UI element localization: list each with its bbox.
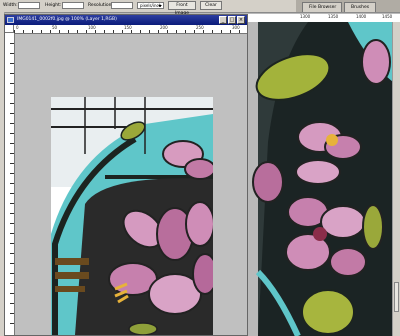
height-label: Height: bbox=[45, 3, 62, 8]
height-field[interactable] bbox=[62, 2, 84, 9]
width-label: Width: bbox=[3, 3, 18, 8]
source-image-window[interactable]: 1300 1350 1400 1450 bbox=[248, 14, 400, 336]
resolution-label: Resolution: bbox=[88, 3, 114, 8]
ruler-label: 1300 bbox=[300, 14, 311, 19]
document-title: IMG0141_0002f0.jpg @ 100% (Layer 1,RGB) bbox=[17, 17, 117, 22]
units-select[interactable]: pixels/inch bbox=[137, 2, 164, 9]
width-field[interactable] bbox=[18, 2, 40, 9]
front-image-button[interactable]: Front Image bbox=[168, 1, 196, 16]
source-image bbox=[248, 22, 393, 336]
minimize-icon[interactable]: _ bbox=[219, 16, 227, 24]
vertical-scrollbar[interactable] bbox=[392, 22, 400, 336]
resolution-field[interactable] bbox=[111, 2, 133, 9]
stained-glass-crop bbox=[51, 97, 213, 335]
scrollbar-thumb[interactable] bbox=[394, 282, 399, 312]
horizontal-ruler[interactable]: 0 50 100 150 200 250 300 bbox=[14, 25, 247, 34]
vertical-ruler[interactable] bbox=[5, 33, 15, 335]
canvas-area[interactable] bbox=[15, 34, 247, 335]
ruler-label: 0 bbox=[16, 25, 19, 30]
ruler-label: 1400 bbox=[356, 14, 367, 19]
clear-button[interactable]: Clear bbox=[200, 1, 222, 10]
palette-well: File Browser Brushes bbox=[296, 0, 400, 12]
tab-file-browser[interactable]: File Browser bbox=[302, 2, 342, 12]
tab-brushes[interactable]: Brushes bbox=[344, 2, 376, 12]
document-icon bbox=[7, 17, 14, 23]
document-window: IMG0141_0002f0.jpg @ 100% (Layer 1,RGB) … bbox=[4, 14, 248, 336]
ruler-label: 50 bbox=[52, 25, 58, 30]
ruler-origin[interactable] bbox=[5, 25, 14, 33]
document-title-bar[interactable]: IMG0141_0002f0.jpg @ 100% (Layer 1,RGB) … bbox=[5, 15, 247, 25]
maximize-icon[interactable]: □ bbox=[228, 16, 236, 24]
canvas-document[interactable] bbox=[15, 34, 247, 335]
ruler-label: 1450 bbox=[382, 14, 393, 19]
ruler-label: 1350 bbox=[328, 14, 339, 19]
close-icon[interactable]: × bbox=[237, 16, 245, 24]
